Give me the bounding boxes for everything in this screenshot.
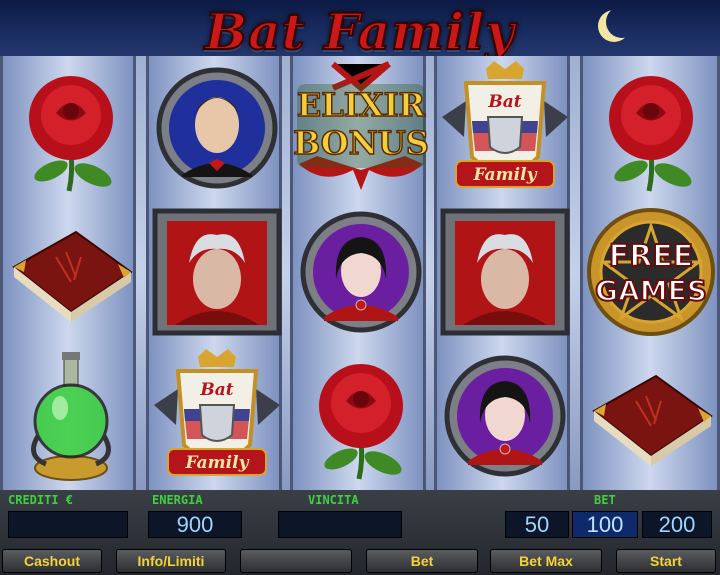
top-bar: Bat Family (0, 0, 720, 62)
vampire-count-symbol (149, 200, 285, 344)
free-games-line-1: FREE (609, 239, 694, 274)
rose-icon (609, 76, 693, 192)
rose-icon (29, 76, 113, 192)
vampire-count-symbol (437, 200, 573, 344)
book-icon (592, 374, 713, 466)
rose-icon (319, 364, 403, 480)
blank-button[interactable] (240, 549, 352, 573)
elixir-bonus-icon: ELIXIR BONUS (293, 61, 429, 190)
crediti-label: CREDITI € (8, 493, 74, 507)
bet-option-50[interactable]: 50 (505, 511, 569, 538)
crest-word-1: Bat (199, 380, 233, 400)
elixir-bonus-line-1: ELIXIR (297, 86, 426, 124)
reel-3: ELIXIR BONUS (290, 56, 429, 490)
bet-option-200[interactable]: 200 (642, 511, 712, 538)
book-symbol (3, 200, 139, 344)
elixir-potion-symbol (3, 344, 139, 488)
crediti-value (8, 511, 128, 538)
vampire-girl-symbol (293, 200, 429, 344)
vampire-son-portrait-icon (156, 67, 278, 189)
vincita-value (278, 511, 402, 538)
vampire-girl-symbol (437, 344, 573, 488)
vincita-label: VINCITA (308, 493, 359, 507)
elixir-bonus-symbol: ELIXIR BONUS (293, 56, 429, 200)
book-symbol (583, 344, 719, 488)
cashout-button[interactable]: Cashout (2, 549, 102, 573)
crest-word-1: Bat (487, 92, 521, 112)
rose-symbol (583, 56, 719, 200)
crest-word-2: Family (185, 453, 250, 473)
vampire-girl-portrait-icon (300, 211, 422, 333)
info-limiti-button[interactable]: Info/Limiti (116, 549, 226, 573)
reel-4: Bat Family (434, 56, 570, 490)
vampire-count-portrait-icon (440, 208, 570, 336)
vampire-girl-portrait-icon (444, 355, 566, 477)
reel-area: Bat Family ELIXIR BONUS Bat Family FREE … (0, 56, 720, 490)
bat-family-crest-symbol: Bat Family (149, 344, 285, 488)
energia-value: 900 (148, 511, 242, 538)
bet-button[interactable]: Bet (366, 549, 478, 573)
reel-5: FREE GAMES (580, 56, 720, 490)
elixir-bonus-line-2: BONUS (293, 124, 429, 162)
game-title: Bat Family (204, 1, 516, 62)
rose-symbol (293, 344, 429, 488)
potion-icon (31, 352, 111, 481)
bet-option-100[interactable]: 100 (572, 511, 638, 538)
crest-word-2: Family (473, 165, 538, 185)
rose-symbol (3, 56, 139, 200)
crest-icon: Bat Family (154, 349, 280, 476)
free-games-symbol: FREE GAMES (583, 200, 719, 344)
reel-2: Bat Family (146, 56, 282, 490)
reel-1 (0, 56, 136, 490)
book-icon (12, 230, 133, 322)
energia-label: ENERGIA (152, 493, 203, 507)
crest-icon: Bat Family (442, 61, 568, 188)
bet-label: BET (594, 493, 616, 507)
free-games-line-2: GAMES (595, 274, 707, 307)
free-games-icon: FREE GAMES (587, 208, 715, 336)
bet-max-button[interactable]: Bet Max (490, 549, 602, 573)
vampire-son-symbol (149, 56, 285, 200)
bat-family-crest-symbol: Bat Family (437, 56, 573, 200)
start-button[interactable]: Start (616, 549, 716, 573)
vampire-count-portrait-icon (152, 208, 282, 336)
